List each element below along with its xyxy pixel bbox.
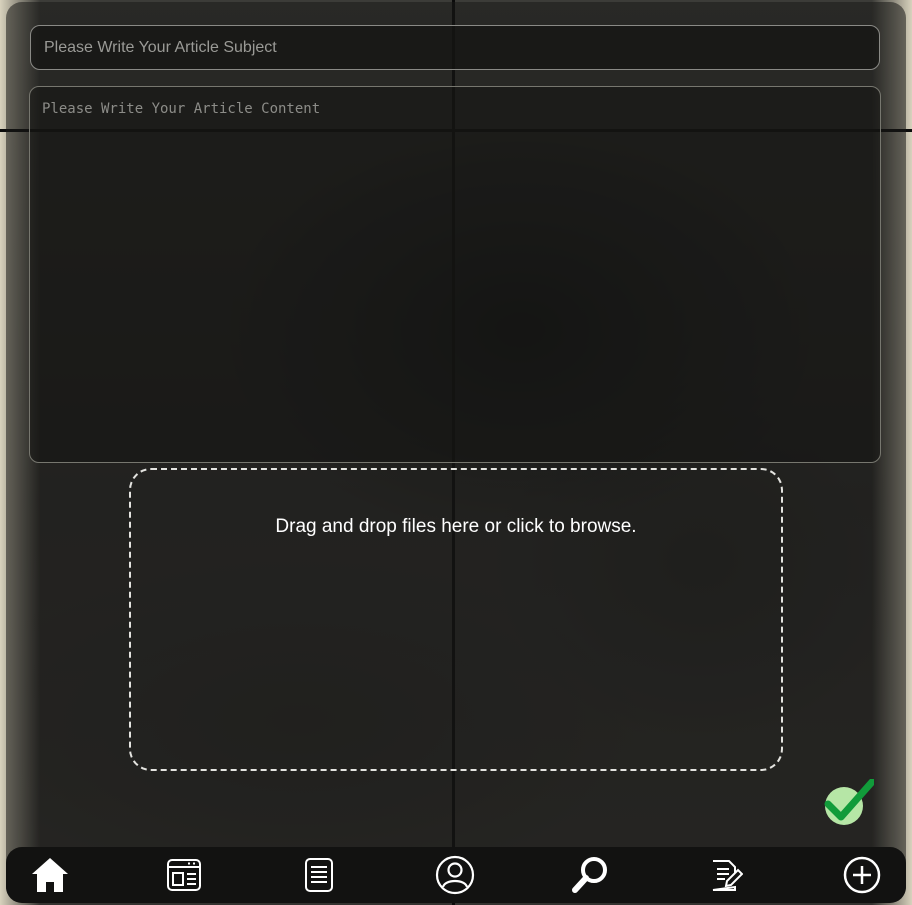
file-dropzone[interactable]: Drag and drop files here or click to bro… — [129, 468, 783, 771]
search-icon — [572, 857, 607, 893]
nav-write-button[interactable] — [704, 854, 746, 896]
dropzone-label: Drag and drop files here or click to bro… — [275, 516, 637, 537]
bottom-navigation-bar — [6, 847, 906, 903]
user-circle-icon — [435, 855, 475, 895]
confirm-button[interactable] — [822, 778, 876, 827]
nav-home-button[interactable] — [29, 854, 71, 896]
nav-add-button[interactable] — [841, 854, 883, 896]
nav-profile-button[interactable] — [434, 854, 476, 896]
browser-layout-icon — [167, 859, 201, 891]
edit-document-icon — [712, 860, 743, 891]
checkmark-icon — [824, 778, 876, 825]
nav-search-button[interactable] — [569, 854, 611, 896]
add-circle-icon — [843, 856, 881, 894]
nav-articles-button[interactable] — [163, 854, 205, 896]
document-list-icon — [305, 858, 333, 892]
nav-list-button[interactable] — [298, 854, 340, 896]
article-subject-input[interactable] — [30, 25, 880, 70]
home-icon — [32, 858, 68, 892]
article-content-textarea[interactable] — [29, 86, 881, 463]
